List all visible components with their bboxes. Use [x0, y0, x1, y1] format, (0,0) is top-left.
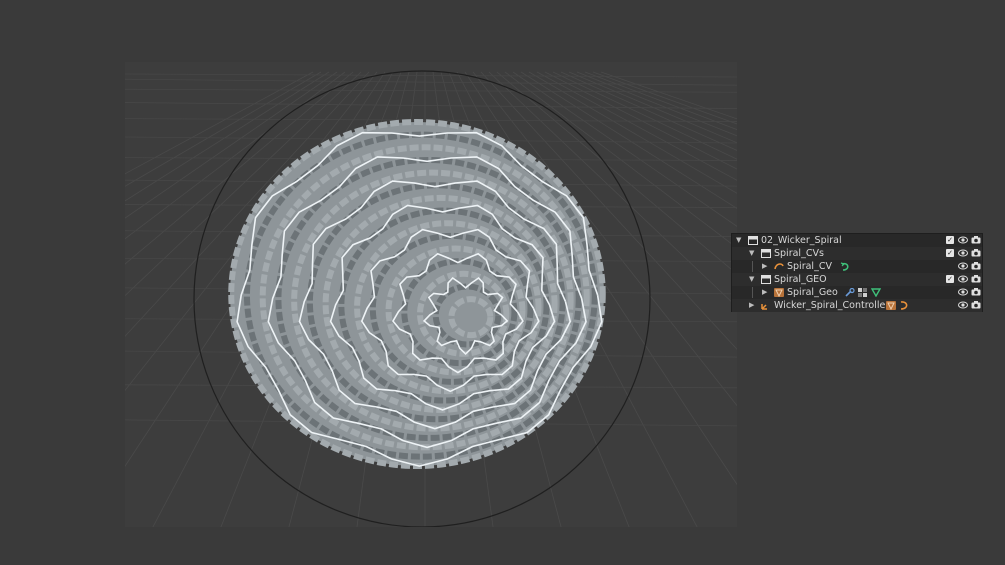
outliner-label: Spiral_CV	[787, 261, 832, 272]
outliner-label: Spiral_CVs	[774, 248, 824, 259]
wrench-modifier-icon[interactable]	[845, 287, 855, 297]
outliner-label: Wicker_Spiral_Controller	[774, 300, 890, 311]
grid-line	[125, 102, 737, 109]
wicker-spiral-mesh[interactable]	[228, 119, 606, 469]
eye-icon[interactable]	[958, 300, 968, 314]
outliner-label: Spiral_GEO	[774, 274, 827, 285]
hierarchy-guide	[752, 261, 753, 272]
grid-line	[125, 73, 737, 78]
collection-icon	[761, 275, 771, 284]
hierarchy-guide	[752, 287, 753, 298]
outliner-panel[interactable]: ▼ 02_Wicker_Spiral ✓ ▼ Spiral_CVs ✓ ▶ Sp…	[731, 233, 983, 312]
3d-viewport[interactable]	[125, 62, 737, 527]
outliner-row-wicker-spiral-controller[interactable]: ▶ Wicker_Spiral_Controller	[732, 299, 982, 312]
outliner-row-spiral-cv[interactable]: ▶ Spiral_CV	[732, 260, 982, 273]
grid-line	[125, 78, 737, 86]
collection-icon	[761, 249, 771, 258]
expand-arrow-icon[interactable]: ▼	[736, 234, 741, 247]
outliner-row-spiral-geo[interactable]: ▶ Spiral_Geo	[732, 286, 982, 299]
expand-arrow-icon[interactable]: ▶	[749, 299, 754, 312]
empty-object-icon	[761, 301, 771, 310]
outliner-label: 02_Wicker_Spiral	[761, 235, 842, 246]
exclude-checkbox[interactable]: ✓	[946, 249, 954, 257]
mesh-object-icon	[774, 288, 784, 298]
outliner-row-spiral-cvs[interactable]: ▼ Spiral_CVs ✓	[732, 247, 982, 260]
expand-arrow-icon[interactable]: ▼	[749, 273, 754, 286]
grid-line	[600, 71, 737, 120]
camera-icon[interactable]	[971, 300, 981, 314]
viewport-canvas[interactable]	[125, 62, 737, 527]
exclude-checkbox[interactable]: ✓	[946, 275, 954, 283]
outliner-label: Spiral_Geo	[787, 287, 838, 298]
expand-arrow-icon[interactable]: ▶	[762, 286, 767, 299]
collection-icon	[748, 236, 758, 245]
outliner-row-02-wicker-spiral[interactable]: ▼ 02_Wicker_Spiral ✓	[732, 234, 982, 247]
mesh-object-icon[interactable]	[886, 301, 896, 311]
curve-object-icon[interactable]	[899, 301, 909, 310]
curve-data-icon[interactable]	[840, 262, 850, 271]
mesh-data-icon[interactable]	[870, 288, 882, 298]
expand-arrow-icon[interactable]: ▶	[762, 260, 767, 273]
expand-arrow-icon[interactable]: ▼	[749, 247, 754, 260]
material-icon[interactable]	[858, 288, 868, 297]
outliner-row-spiral-geo-collection[interactable]: ▼ Spiral_GEO ✓	[732, 273, 982, 286]
curve-object-icon	[774, 262, 784, 271]
exclude-checkbox[interactable]: ✓	[946, 236, 954, 244]
